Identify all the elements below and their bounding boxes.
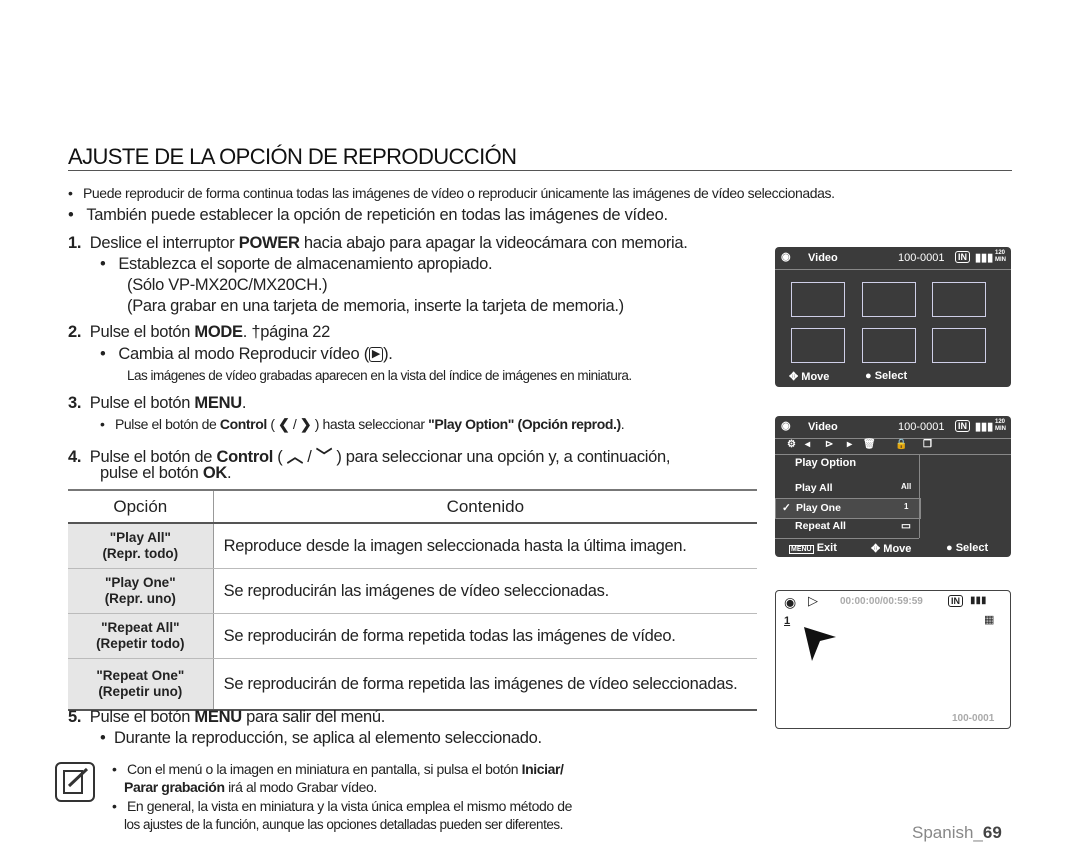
playback-screen: ◉ ▷ 00:00:00/00:59:59 IN ▮▮▮ 1 ▦ 100-000… [775, 590, 1011, 729]
move-hint: ✥ Move [871, 543, 912, 555]
menu-screen: ◉ Video 100-0001 IN ▮▮▮ 120 MIN ⚙ ◂ ⊳ ▸ 🗑 🔒 ❐ Play … [775, 416, 1011, 557]
menu-title: Play Option [795, 457, 857, 469]
menu-tabs: ⚙ ◂ ⊳ ▸ 🗑 🔒 ❐ [775, 439, 1011, 455]
ok-button-icon: ● [946, 542, 953, 554]
menu-item-repeat-all[interactable]: Repeat All ▭ [775, 517, 919, 536]
title-rule [68, 170, 1012, 171]
table-row: "Repeat All" (Repetir todo) Se reproducirá… [68, 613, 757, 659]
play-one-indicator: 1 [784, 615, 791, 627]
thumbnail [932, 282, 986, 317]
joystick-icon: ✥ [789, 371, 799, 383]
step-1-sub: • Establezca el soporte de almacenamient… [100, 255, 493, 273]
left-arrow-icon: ❮ [278, 416, 290, 432]
internal-memory-icon: IN [955, 251, 970, 263]
play-option-tab-icon: ⊳ [825, 439, 834, 450]
menu-item-play-one[interactable]: ✓ Play One 1 [775, 498, 921, 519]
cursor-arrow-icon [804, 627, 836, 661]
ok-button-icon: ● [865, 370, 872, 382]
repeat-icon: ▭ [901, 520, 911, 532]
video-mode-icon: ◉ [781, 420, 791, 432]
table-row: "Play All" (Repr. todo) Reproduce desde la… [68, 523, 757, 569]
note-1-line2: Parar grabación irá al modo Grabar vídeo… [124, 779, 377, 795]
menu-item-play-all[interactable]: Play All All [775, 479, 919, 498]
select-hint: ● Select [865, 370, 908, 382]
video-mode-icon: ◉ [784, 594, 797, 610]
intro-bullet-2: • También puede establecer la opción de … [68, 206, 668, 224]
protect-tab-icon: 🔒 [895, 439, 908, 450]
step-5: 5. Pulse el botón MENU para salir del me… [68, 708, 386, 726]
battery-icon: ▮▮▮ [975, 252, 994, 264]
step-5-sub: • Durante la reproducción, se aplica al … [100, 729, 542, 747]
options-table: Opción Contenido "Play All" (Repr. todo) Re… [68, 489, 757, 711]
intro-text: Puede reproducir de forma continua todas… [82, 185, 835, 201]
play-mode-icon: ▶ [368, 347, 384, 363]
video-mode-icon: ◉ [781, 251, 791, 263]
step-2-sub: • Cambia al modo Reproducir vídeo (▶). [100, 345, 393, 363]
battery-icon: ▮▮▮ [970, 595, 987, 606]
step-4-line2: pulse el botón OK. [100, 464, 232, 482]
manual-page: AJUSTE DE LA OPCIÓN DE REPRODUCCIÓN • Pu… [0, 0, 1080, 868]
up-arrow-icon: ︿ [286, 448, 304, 466]
step-2: 2. Pulse el botón MODE. †página 22 [68, 323, 330, 341]
exit-hint: MENU Exit [789, 542, 837, 554]
page-ref-icon: † [251, 323, 261, 341]
note-2: • En general, la vista en miniatura y la… [112, 798, 573, 814]
play-icon: ▷ [808, 593, 818, 608]
table-header: Opción Contenido [68, 489, 757, 524]
battery-icon: ▮▮▮ [975, 421, 994, 433]
table-row: "Play One" (Repr. uno) Se reproducirán las… [68, 568, 757, 614]
down-arrow-icon: ﹀ [315, 448, 333, 466]
thumbnail [791, 282, 845, 317]
step-1-note: (Para grabar en una tarjeta de memoria, … [127, 297, 624, 315]
page-title: AJUSTE DE LA OPCIÓN DE REPRODUCCIÓN [68, 144, 517, 169]
table-row: "Repeat One" (Repetir uno) Se reproducirán… [68, 658, 757, 711]
intro-text: También puede establecer la opción de re… [86, 206, 668, 224]
note-2-line2: los ajustes de la función, aunque las op… [124, 817, 563, 832]
right-arrow-icon: ❯ [299, 416, 312, 432]
thumbnail [791, 328, 845, 363]
step-2-note: Las imágenes de vídeo grabadas aparecen … [127, 368, 632, 383]
delete-tab-icon: 🗑 [863, 439, 876, 450]
joystick-icon: ✥ [871, 543, 881, 555]
intro-bullet-1: • Puede reproducir de forma continua tod… [68, 185, 835, 201]
internal-memory-icon: IN [948, 595, 963, 607]
step-1-models: (Sólo VP-MX20C/MX20CH.) [127, 276, 328, 294]
move-hint: ✥ Move [789, 371, 830, 383]
select-hint: ● Select [946, 542, 989, 554]
note-icon [55, 762, 95, 802]
step-3: 3. Pulse el botón MENU. [68, 394, 247, 412]
copy-tab-icon: ❐ [923, 439, 932, 450]
page-footer: Spanish_69 [912, 823, 1002, 842]
thumbnail [862, 282, 916, 317]
note-1: • Con el menú o la imagen en miniatura e… [112, 761, 564, 777]
thumbnail-screen: ◉ Video 100-0001 IN ▮▮▮ 120 MIN ✥ Move ● Sele… [775, 247, 1011, 387]
internal-memory-icon: IN [955, 420, 970, 432]
thumbnail [862, 328, 916, 363]
step-3-sub: • Pulse el botón de Control ( ❮ / ❯ ) ha… [100, 416, 625, 432]
thumbnail [932, 328, 986, 363]
quality-icon: ▦ [984, 614, 995, 626]
settings-tab-icon: ⚙ [787, 439, 796, 450]
step-1: 1. Deslice el interruptor POWER hacia ab… [68, 234, 688, 252]
